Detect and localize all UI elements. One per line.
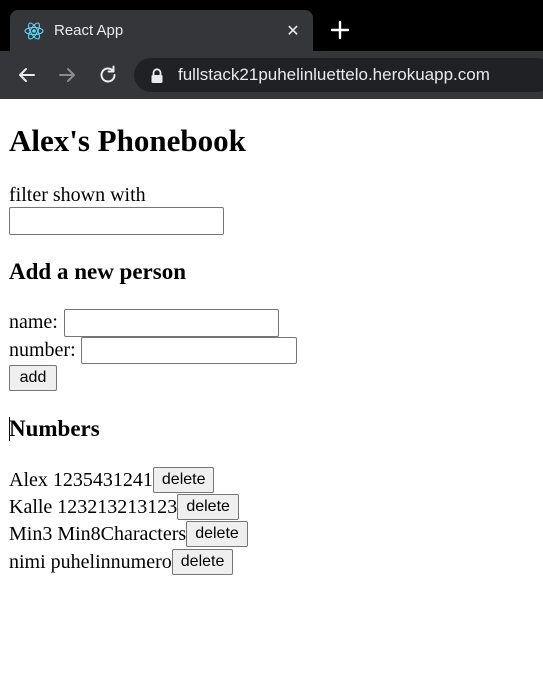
page-title: Alex's Phonebook <box>9 123 246 158</box>
forward-arrow-icon[interactable] <box>55 63 79 87</box>
back-arrow-icon[interactable] <box>15 63 39 87</box>
person-entry: Alex 1235431241 <box>9 469 153 491</box>
name-input[interactable] <box>64 309 279 337</box>
delete-button[interactable]: delete <box>152 467 215 493</box>
react-logo-icon <box>24 22 44 40</box>
browser-toolbar: fullstack21puhelinluettelo.herokuapp.com <box>0 51 543 99</box>
numbers-heading: Numbers <box>9 416 100 441</box>
person-entry: Kalle 123213213123 <box>9 496 178 518</box>
add-person-heading: Add a new person <box>9 259 187 284</box>
browser-tab[interactable]: React App ✕ <box>10 10 313 51</box>
browser-tab-bar: React App ✕ <box>0 0 543 51</box>
list-item: nimi puhelinnumero delete <box>9 549 234 575</box>
close-tab-icon[interactable]: ✕ <box>282 20 304 42</box>
number-input[interactable] <box>81 337 297 364</box>
add-button[interactable]: add <box>9 365 57 391</box>
url-text: fullstack21puhelinluettelo.herokuapp.com <box>178 65 490 84</box>
delete-button[interactable]: delete <box>177 494 239 520</box>
reload-icon[interactable] <box>96 63 120 87</box>
person-entry: Min3 Min8Characters <box>9 523 187 545</box>
name-label: name: <box>9 311 58 333</box>
number-label: number: <box>9 339 76 361</box>
lock-icon[interactable] <box>150 68 164 84</box>
filter-label: filter shown with <box>9 184 146 206</box>
new-tab-icon[interactable] <box>328 18 352 42</box>
address-bar[interactable]: fullstack21puhelinluettelo.herokuapp.com <box>134 58 543 92</box>
delete-button[interactable]: delete <box>186 521 248 547</box>
delete-button[interactable]: delete <box>171 549 234 575</box>
tab-title: React App <box>54 22 124 39</box>
list-item: Min3 Min8Characters delete <box>9 521 248 547</box>
list-item: Kalle 123213213123 delete <box>9 494 239 520</box>
person-entry: nimi puhelinnumero <box>9 551 172 573</box>
list-item: Alex 1235431241 delete <box>9 467 215 493</box>
page-content: Alex's Phonebook filter shown with Add a… <box>0 99 543 690</box>
filter-input[interactable] <box>9 207 224 235</box>
